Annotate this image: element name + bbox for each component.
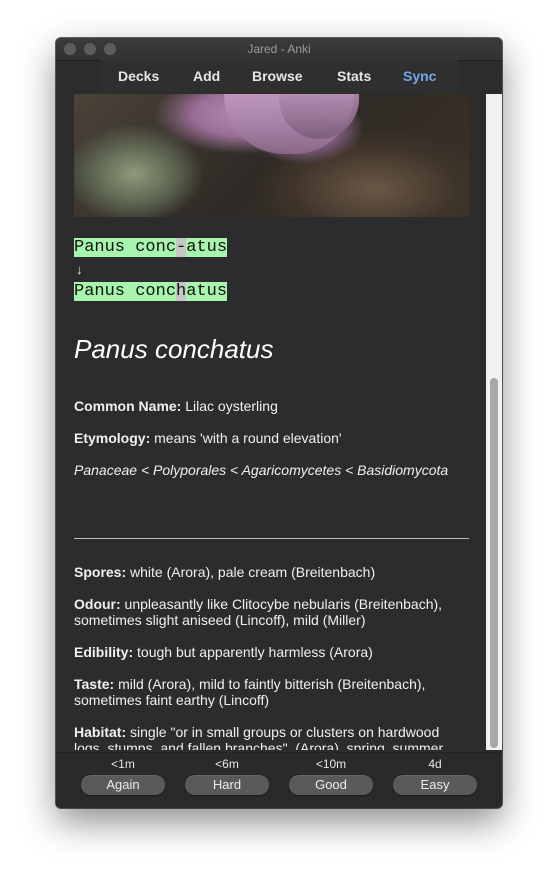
correct-answer-part: atus (186, 282, 228, 301)
taste-label: Taste: (74, 676, 115, 692)
odour-value: unpleasantly like Clitocybe nebularis (B… (74, 596, 443, 628)
spores-value: white (Arora), pale cream (Breitenbach) (126, 564, 376, 580)
common-name: Common Name: Lilac oysterling (74, 398, 469, 414)
good-interval: <10m (315, 757, 347, 771)
anki-window: Jared - Anki Decks Add Browse Stats Sync… (56, 38, 502, 808)
again-button[interactable]: Again (81, 775, 165, 795)
spores: Spores: white (Arora), pale cream (Breit… (74, 564, 469, 580)
mushroom-photo (74, 94, 469, 217)
good-button[interactable]: Good (289, 775, 373, 795)
scrollbar-thumb[interactable] (490, 378, 498, 748)
taxonomy: Panaceae < Polyporales < Agaricomycetes … (74, 462, 449, 478)
common-name-value: Lilac oysterling (181, 398, 278, 414)
etymology: Etymology: means 'with a round elevation… (74, 430, 469, 446)
title-bar: Jared - Anki (56, 38, 502, 61)
again-interval: <1m (111, 757, 135, 771)
window-title: Jared - Anki (247, 42, 311, 56)
etymology-value: means 'with a round elevation' (150, 430, 342, 446)
etymology-label: Etymology: (74, 430, 151, 446)
edibility-value: tough but apparently harmless (Arora) (133, 644, 373, 660)
down-arrow-icon: ↓ (76, 262, 83, 277)
hard-button[interactable]: Hard (185, 775, 269, 795)
typed-answer: Panus conc-atus (74, 238, 228, 257)
typed-answer-part: atus (186, 238, 228, 257)
main-toolbar: Decks Add Browse Stats Sync (100, 60, 458, 93)
odour: Odour: unpleasantly like Clitocybe nebul… (74, 596, 469, 628)
correct-answer-part: Panus conc (74, 282, 177, 301)
easy-interval: 4d (428, 757, 442, 771)
edibility: Edibility: tough but apparently harmless… (74, 644, 469, 660)
toolbar-sync[interactable]: Sync (403, 68, 436, 84)
toolbar-decks[interactable]: Decks (118, 68, 159, 84)
habitat-label: Habitat: (74, 724, 127, 740)
correct-answer-diff: h (176, 282, 187, 301)
toolbar-browse[interactable]: Browse (252, 68, 303, 84)
taste-value: mild (Arora), mild to faintly bitterish … (74, 676, 426, 708)
species-name: Panus conchatus (74, 334, 274, 364)
easy-button[interactable]: Easy (393, 775, 477, 795)
edibility-label: Edibility: (74, 644, 134, 660)
correct-answer: Panus conchatus (74, 282, 228, 301)
common-name-label: Common Name: (74, 398, 182, 414)
typed-answer-missing: - (176, 238, 187, 257)
typed-answer-part: Panus conc (74, 238, 177, 257)
habitat-value: single "or in small groups or clusters o… (74, 724, 447, 750)
habitat: Habitat: single "or in small groups or c… (74, 724, 469, 750)
card-content: Panus conc-atus ↓ Panus conchatus Panus … (56, 94, 486, 750)
odour-label: Odour: (74, 596, 121, 612)
toolbar-stats[interactable]: Stats (337, 68, 371, 84)
taste: Taste: mild (Arora), mild to faintly bit… (74, 676, 469, 708)
toolbar-add[interactable]: Add (193, 68, 220, 84)
spores-label: Spores: (74, 564, 127, 580)
hard-interval: <6m (215, 757, 239, 771)
answer-bar: <1m <6m <10m 4d Again Hard Good Easy (56, 752, 502, 808)
divider (74, 538, 469, 539)
